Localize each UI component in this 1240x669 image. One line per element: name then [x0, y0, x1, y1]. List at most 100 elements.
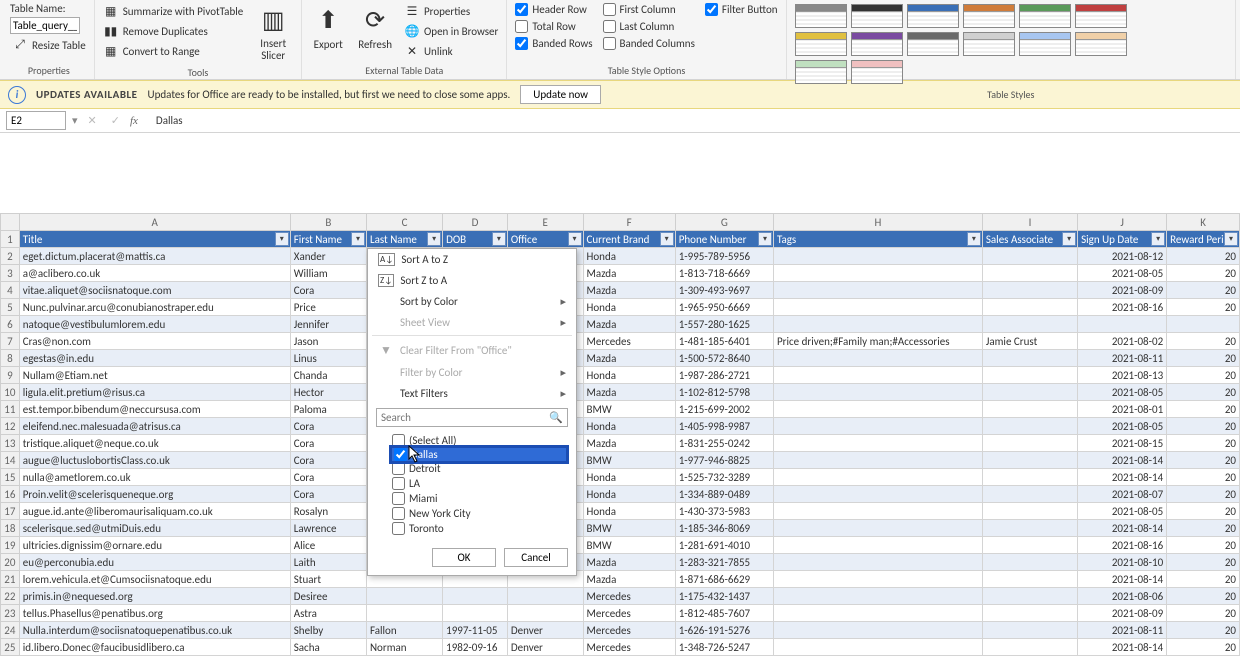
cell[interactable]: Nulla.interdum@sociisnatoquepenatibus.co…	[19, 622, 290, 639]
col-header[interactable]: A	[19, 214, 290, 231]
cell[interactable]: Mazda	[583, 265, 675, 282]
style-swatch[interactable]	[795, 4, 847, 28]
row-header[interactable]: 10	[1, 384, 20, 401]
cell[interactable]: Mercedes	[583, 622, 675, 639]
cell[interactable]	[982, 639, 1077, 656]
cell[interactable]: 20	[1167, 401, 1240, 418]
cell[interactable]	[982, 418, 1077, 435]
cell[interactable]: 2021-08-16	[1078, 299, 1167, 316]
table-header-cell[interactable]: Title	[19, 231, 290, 248]
cell[interactable]: 1-334-889-0489	[675, 486, 773, 503]
unlink-button[interactable]: ✕Unlink	[402, 42, 500, 60]
cell[interactable]: 2021-08-14	[1078, 571, 1167, 588]
cell[interactable]: Mazda	[583, 435, 675, 452]
cell[interactable]	[982, 588, 1077, 605]
cell[interactable]	[982, 571, 1077, 588]
table-header-cell[interactable]: DOB	[443, 231, 508, 248]
cell[interactable]: 2021-08-09	[1078, 605, 1167, 622]
cell[interactable]: eu@perconubia.edu	[19, 554, 290, 571]
cell[interactable]: 1-481-185-6401	[675, 333, 773, 350]
cell[interactable]: scelerisque.sed@utmiDuis.edu	[19, 520, 290, 537]
cell[interactable]	[982, 554, 1077, 571]
cell[interactable]	[773, 265, 982, 282]
cell[interactable]: 20	[1167, 588, 1240, 605]
cell[interactable]: 2021-08-14	[1078, 469, 1167, 486]
col-header[interactable]: G	[675, 214, 773, 231]
export-button[interactable]: ⬆Export	[308, 2, 348, 53]
cell[interactable]	[507, 588, 583, 605]
row-header[interactable]: 9	[1, 367, 20, 384]
row-header[interactable]: 13	[1, 435, 20, 452]
cell[interactable]	[982, 401, 1077, 418]
cell[interactable]: 1-977-946-8825	[675, 452, 773, 469]
col-header[interactable]: B	[290, 214, 366, 231]
cell[interactable]: 2021-08-07	[1078, 486, 1167, 503]
filter-dropdown-icon[interactable]	[568, 232, 582, 246]
sort-by-color-button[interactable]: Sort by Color	[368, 291, 576, 312]
cell[interactable]: Laith	[290, 554, 366, 571]
row-header[interactable]: 15	[1, 469, 20, 486]
filter-item[interactable]: Toronto	[392, 521, 566, 536]
cell[interactable]: 20	[1167, 282, 1240, 299]
cell[interactable]	[773, 282, 982, 299]
text-filters-button[interactable]: Text Filters	[368, 383, 576, 404]
cell[interactable]: augue.id.ante@liberomaurisaliquam.co.uk	[19, 503, 290, 520]
cell[interactable]: 1-813-718-6669	[675, 265, 773, 282]
cell[interactable]: 2021-08-12	[1078, 248, 1167, 265]
cell[interactable]: 20	[1167, 554, 1240, 571]
cell[interactable]: 20	[1167, 418, 1240, 435]
cell[interactable]: 2021-08-05	[1078, 265, 1167, 282]
row-header[interactable]: 3	[1, 265, 20, 282]
cell[interactable]: nulla@ametlorem.co.uk	[19, 469, 290, 486]
cell[interactable]	[507, 605, 583, 622]
cell[interactable]: Cras@non.com	[19, 333, 290, 350]
cell[interactable]: 1-812-485-7607	[675, 605, 773, 622]
cell[interactable]	[982, 265, 1077, 282]
cell[interactable]: Nullam@Etiam.net	[19, 367, 290, 384]
convert-range-button[interactable]: ▦Convert to Range	[101, 42, 246, 60]
cell[interactable]: 2021-08-09	[1078, 282, 1167, 299]
cell[interactable]	[773, 350, 982, 367]
cell[interactable]: BMW	[583, 520, 675, 537]
style-swatch[interactable]	[795, 60, 847, 84]
total-row-check[interactable]: Total Row	[513, 19, 594, 34]
table-header-cell[interactable]: Sign Up Date	[1078, 231, 1167, 248]
cell[interactable]: 1-348-726-5247	[675, 639, 773, 656]
cell[interactable]: 1982-09-16	[443, 639, 508, 656]
cell[interactable]	[773, 639, 982, 656]
cell[interactable]: Linus	[290, 350, 366, 367]
filter-item[interactable]: Miami	[392, 491, 566, 506]
filter-dropdown-icon[interactable]	[1224, 232, 1238, 246]
formula-value[interactable]: Dallas	[144, 114, 1234, 127]
style-swatch[interactable]	[851, 60, 903, 84]
cell[interactable]: 2021-08-11	[1078, 622, 1167, 639]
cell[interactable]: Price	[290, 299, 366, 316]
cell[interactable]: Honda	[583, 418, 675, 435]
worksheet-area[interactable]: ABCDEFGHIJK1TitleFirst NameLast NameDOBO…	[0, 213, 1240, 656]
row-header[interactable]: 23	[1, 605, 20, 622]
cell[interactable]: 20	[1167, 452, 1240, 469]
filter-item[interactable]: New York City	[392, 506, 566, 521]
cell[interactable]: William	[290, 265, 366, 282]
cell[interactable]: 20	[1167, 299, 1240, 316]
row-header[interactable]: 21	[1, 571, 20, 588]
row-header[interactable]: 14	[1, 452, 20, 469]
row-header[interactable]: 22	[1, 588, 20, 605]
table-header-cell[interactable]: Tags	[773, 231, 982, 248]
cell[interactable]	[773, 622, 982, 639]
cell[interactable]: Shelby	[290, 622, 366, 639]
name-box[interactable]	[6, 111, 66, 130]
cell[interactable]: 1-965-950-6669	[675, 299, 773, 316]
worksheet-grid[interactable]: ABCDEFGHIJK1TitleFirst NameLast NameDOBO…	[0, 213, 1240, 656]
cell[interactable]: vitae.aliquet@sociisnatoque.com	[19, 282, 290, 299]
cell[interactable]: Rosalyn	[290, 503, 366, 520]
cell[interactable]: Mercedes	[583, 639, 675, 656]
cell[interactable]: 2021-08-13	[1078, 367, 1167, 384]
cell[interactable]: 2021-08-05	[1078, 418, 1167, 435]
cell[interactable]: 1-525-732-3289	[675, 469, 773, 486]
cell[interactable]	[366, 588, 442, 605]
cell[interactable]: Mercedes	[583, 588, 675, 605]
cell[interactable]: Mazda	[583, 350, 675, 367]
cell[interactable]: 20	[1167, 571, 1240, 588]
cell[interactable]: 2021-08-14	[1078, 520, 1167, 537]
